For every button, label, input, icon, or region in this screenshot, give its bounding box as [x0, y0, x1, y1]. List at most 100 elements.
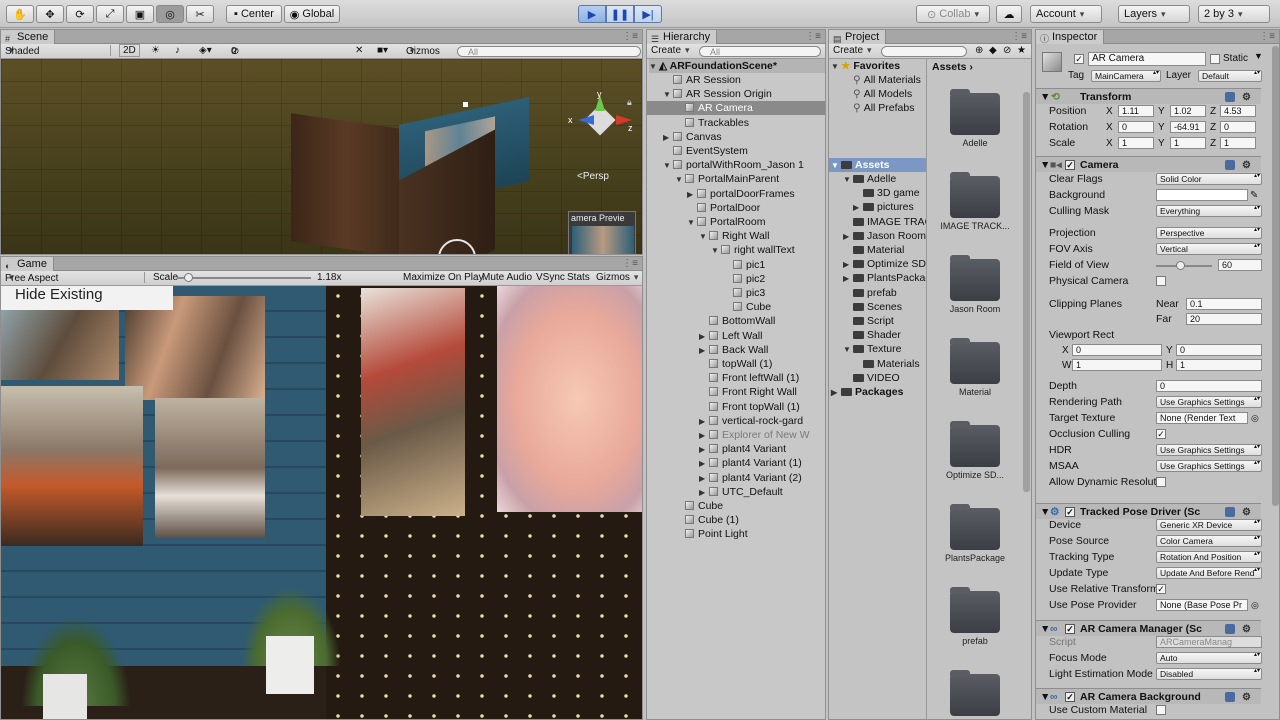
asset-folder[interactable]: Material	[928, 338, 1022, 397]
project-folder-item[interactable]: ▶ Optimize SD	[843, 257, 926, 271]
expand-arrow-icon[interactable]: ▼	[663, 88, 673, 102]
rotation-y[interactable]: -64.91	[1170, 121, 1206, 133]
project-folder-item[interactable]: IMAGE TRAC	[843, 215, 926, 229]
scale-z[interactable]: 1	[1220, 137, 1256, 149]
favorite-item[interactable]: ⚲ All Models	[853, 87, 912, 101]
project-folder-item[interactable]: ▼ Texture	[843, 342, 901, 356]
asset-folder[interactable]	[928, 670, 1022, 719]
light-estimation-dropdown[interactable]: Disabled	[1156, 668, 1262, 680]
position-y[interactable]: 1.02	[1170, 105, 1206, 117]
depth-field[interactable]: 0	[1156, 380, 1262, 392]
hierarchy-item[interactable]: ▼ PortalMainParent	[647, 172, 825, 186]
dynamic-resolution-checkbox[interactable]	[1156, 477, 1166, 487]
background-color-field[interactable]	[1156, 189, 1248, 201]
near-field[interactable]: 0.1	[1186, 298, 1262, 310]
collapse-arrow-icon[interactable]: ▶	[699, 472, 709, 486]
hierarchy-item[interactable]: Trackables	[647, 116, 825, 130]
static-checkbox[interactable]	[1210, 54, 1220, 64]
layout-dropdown[interactable]: 2 by 3	[1198, 5, 1270, 23]
fov-axis-dropdown[interactable]: Vertical	[1156, 243, 1262, 255]
target-texture-field[interactable]: None (Render Text	[1156, 412, 1248, 424]
object-picker-icon[interactable]: ◎	[1251, 598, 1259, 613]
cloud-button[interactable]: ☁	[996, 5, 1022, 23]
pivot-center-button[interactable]: ▪ Center	[226, 5, 282, 23]
collapse-arrow-icon[interactable]: ▶	[699, 457, 709, 471]
help-icon[interactable]	[1225, 624, 1235, 634]
hierarchy-item[interactable]: AR Camera	[647, 101, 825, 116]
hierarchy-item[interactable]: Front leftWall (1)	[647, 371, 825, 385]
ar-camera-manager-header[interactable]: ▼ ∞ ✓ AR Camera Manager (Sc ⚙	[1036, 620, 1261, 636]
rotate-tool-icon[interactable]: ⟳	[66, 5, 94, 23]
help-icon[interactable]	[1225, 692, 1235, 702]
hide-existing-button[interactable]: Hide Existing	[1, 286, 173, 310]
asset-folder[interactable]: Adelle	[928, 89, 1022, 148]
light-toggle-icon[interactable]: ☀	[151, 45, 160, 56]
pose-driver-enabled-checkbox[interactable]: ✓	[1065, 507, 1075, 517]
hierarchy-item[interactable]: ▶ Canvas	[647, 130, 825, 144]
panel-menu-icon[interactable]: ⋮≡	[622, 257, 638, 271]
perspective-label[interactable]: <Persp	[577, 171, 609, 182]
fov-slider-track[interactable]	[1156, 261, 1212, 270]
occlusion-checkbox[interactable]: ✓	[1156, 429, 1166, 439]
collapse-arrow-icon[interactable]: ▶	[699, 486, 709, 500]
breadcrumb[interactable]: Assets ›	[932, 60, 973, 74]
scale-slider-thumb[interactable]	[184, 273, 193, 282]
project-search-input[interactable]	[881, 46, 967, 57]
hierarchy-item[interactable]: ▶ Left Wall	[647, 329, 825, 343]
hierarchy-item[interactable]: Cube	[647, 499, 825, 513]
hand-tool-icon[interactable]: ✋	[6, 5, 34, 23]
tab-hierarchy[interactable]: ☰ Hierarchy	[647, 30, 718, 44]
tab-game[interactable]: ◐ Game	[1, 257, 54, 271]
favorite-item[interactable]: ⚲ All Materials	[853, 73, 921, 87]
culling-mask-dropdown[interactable]: Everything	[1156, 205, 1262, 217]
camera-enabled-checkbox[interactable]: ✓	[1065, 160, 1075, 170]
mute-audio-toggle[interactable]: Mute Audio	[482, 272, 532, 283]
expand-arrow-icon[interactable]: ▶	[843, 230, 853, 244]
viewport-w[interactable]: 1	[1072, 359, 1162, 371]
scene-search-input[interactable]: All	[457, 46, 641, 57]
label-filter-icon[interactable]: ◆	[989, 45, 997, 56]
help-icon[interactable]	[1225, 92, 1235, 102]
tab-project[interactable]: ▤ Project	[829, 30, 887, 44]
hierarchy-item[interactable]: ▶ vertical-rock-gard	[647, 414, 825, 428]
object-name-field[interactable]: AR Camera	[1088, 52, 1206, 66]
hierarchy-item[interactable]: Front topWall (1)	[647, 400, 825, 414]
panel-menu-icon[interactable]: ⋮≡	[805, 30, 821, 44]
hierarchy-item[interactable]: topWall (1)	[647, 357, 825, 371]
aspect-dropdown[interactable]: Free Aspect	[5, 272, 145, 284]
inspector-scrollbar[interactable]	[1272, 46, 1279, 506]
tab-inspector[interactable]: ⓘ Inspector	[1036, 30, 1105, 44]
maximize-on-play-toggle[interactable]: Maximize On Play	[403, 272, 484, 283]
hierarchy-create-dropdown[interactable]: Create	[651, 45, 690, 56]
viewport-h[interactable]: 1	[1176, 359, 1262, 371]
viewport-x[interactable]: 0	[1072, 344, 1162, 356]
hierarchy-item[interactable]: BottomWall	[647, 314, 825, 328]
game-gizmos-dropdown[interactable]: Gizmos	[596, 272, 638, 283]
collapse-arrow-icon[interactable]: ▶	[687, 188, 697, 202]
panel-menu-icon[interactable]: ⋮≡	[622, 30, 638, 44]
project-folder-item[interactable]: 3D game	[853, 186, 920, 200]
transform-tool-icon[interactable]: ◎	[156, 5, 184, 23]
scale-x[interactable]: 1	[1118, 137, 1154, 149]
asset-folder[interactable]: prefab	[928, 587, 1022, 646]
audio-toggle-icon[interactable]: ♪	[175, 45, 180, 56]
hierarchy-item[interactable]: PortalDoor	[647, 201, 825, 215]
custom-tool-icon[interactable]: ✂	[186, 5, 214, 23]
panel-menu-icon[interactable]: ⋮≡	[1259, 30, 1275, 44]
camera-settings-icon[interactable]: ■▾	[377, 45, 388, 56]
project-folder-item[interactable]: prefab	[843, 286, 897, 300]
hierarchy-item[interactable]: ▼ AR Session Origin	[647, 87, 825, 101]
camera-manager-enabled-checkbox[interactable]: ✓	[1065, 624, 1075, 634]
viewport-y[interactable]: 0	[1176, 344, 1262, 356]
rotation-x[interactable]: 0	[1118, 121, 1154, 133]
hierarchy-item[interactable]: Front Right Wall	[647, 385, 825, 399]
expand-arrow-icon[interactable]: ▼	[843, 173, 853, 187]
asset-folder[interactable]: PlantsPackage	[928, 504, 1022, 563]
focus-mode-dropdown[interactable]: Auto	[1156, 652, 1262, 664]
play-button[interactable]: ▶	[578, 5, 606, 23]
project-create-dropdown[interactable]: Create	[833, 45, 872, 56]
fov-slider-thumb[interactable]	[1175, 261, 1185, 270]
hierarchy-item[interactable]: ▼ Right Wall	[647, 229, 825, 243]
project-folder-item[interactable]: ▶ pictures	[853, 200, 914, 214]
hierarchy-item[interactable]: pic1	[647, 258, 825, 272]
